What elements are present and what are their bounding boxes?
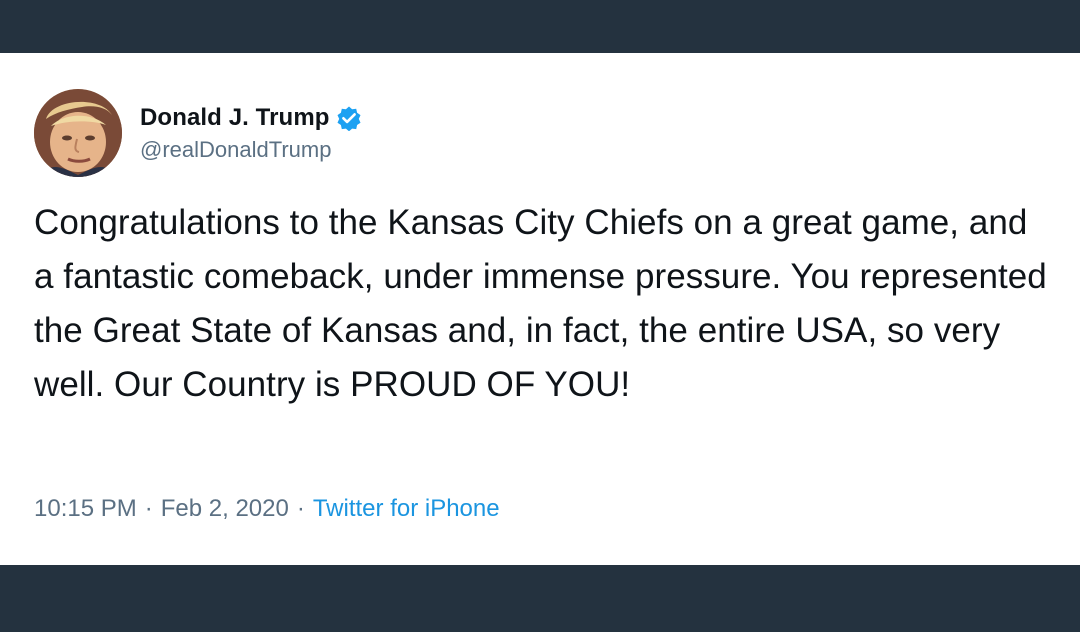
verified-badge-icon: [336, 105, 362, 132]
screenshot-frame: Donald J. Trump @realDonaldTrump Congrat…: [0, 0, 1080, 632]
tweet-body: Congratulations to the Kansas City Chief…: [34, 203, 1047, 404]
avatar[interactable]: [34, 89, 122, 177]
avatar-image-icon: [34, 89, 122, 177]
footer-separator: ·: [144, 495, 153, 522]
tweet-footer: 10:15 PM · Feb 2, 2020 · Twitter for iPh…: [34, 495, 500, 523]
tweet-card: Donald J. Trump @realDonaldTrump Congrat…: [0, 53, 1080, 565]
author-name-row: Donald J. Trump: [140, 103, 362, 133]
tweet-source-link[interactable]: Twitter for iPhone: [313, 495, 500, 523]
footer-separator: ·: [296, 495, 305, 522]
tweet-date[interactable]: Feb 2, 2020: [161, 495, 289, 523]
author-handle[interactable]: @realDonaldTrump: [140, 137, 362, 163]
tweet-header: Donald J. Trump @realDonaldTrump: [34, 89, 362, 177]
author-name[interactable]: Donald J. Trump: [140, 104, 330, 132]
author-meta: Donald J. Trump @realDonaldTrump: [140, 103, 362, 163]
tweet-time[interactable]: 10:15 PM: [34, 495, 137, 523]
